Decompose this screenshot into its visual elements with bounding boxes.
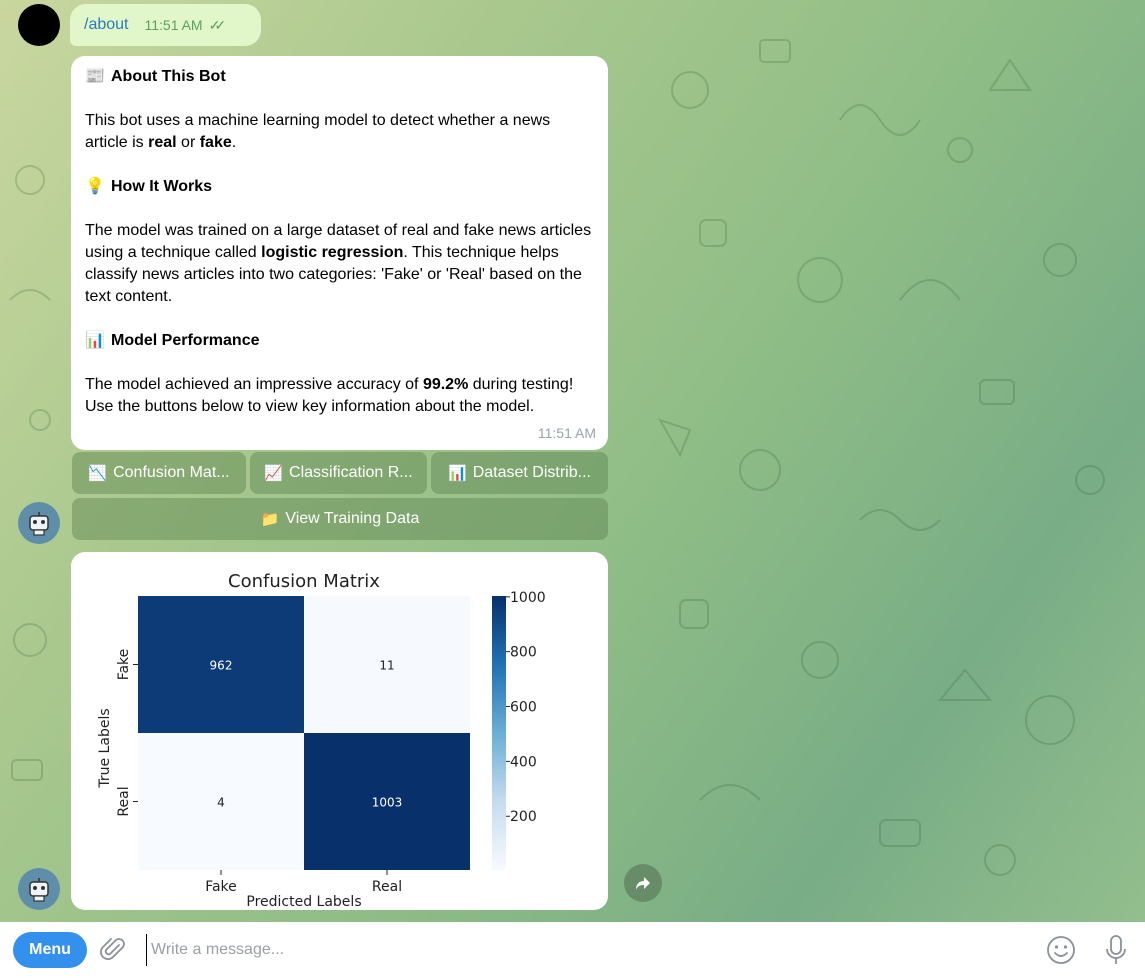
colorbar-tick-label: 800: [510, 645, 537, 661]
cell-value-label: 1003: [372, 796, 403, 810]
chart-down-icon: 📉: [88, 465, 108, 482]
perf-paragraph: The model achieved an impressive accurac…: [85, 376, 574, 415]
how-paragraph: The model was trained on a large dataset…: [85, 222, 592, 305]
how-title: How It Works: [111, 178, 213, 195]
dataset-distribution-button[interactable]: 📊 Dataset Distrib...: [431, 452, 608, 494]
robot-icon: [29, 512, 49, 536]
classification-report-button[interactable]: 📈 Classification R...: [250, 452, 427, 494]
message-time: 11:51 AM: [144, 17, 203, 33]
y-axis-label: True Labels: [97, 708, 113, 788]
message-time: 11:51 AM: [537, 425, 596, 441]
lightbulb-icon: 💡: [85, 178, 105, 195]
about-title: About This Bot: [111, 68, 226, 85]
user-avatar[interactable]: [18, 4, 60, 46]
y-tick-label: Real: [116, 786, 132, 816]
colorbar: [492, 596, 506, 870]
x-tick-label: Fake: [205, 879, 237, 895]
confusion-matrix-button[interactable]: 📉 Confusion Mat...: [72, 452, 246, 494]
confusion-matrix-image[interactable]: Confusion Matrix 962 11 4 1003 1000 800 600 40…: [71, 552, 608, 910]
perf-title: Model Performance: [111, 332, 260, 349]
perf-heading: 📊 Model Performance: [85, 330, 594, 352]
microphone-icon[interactable]: [1104, 934, 1128, 971]
intro-paragraph: This bot uses a machine learning model t…: [85, 112, 551, 151]
button-label: Dataset Distrib...: [472, 464, 591, 481]
chart-title: Confusion Matrix: [228, 571, 380, 592]
bot-avatar[interactable]: [18, 868, 60, 910]
forward-button[interactable]: [624, 864, 662, 902]
message-composer: Menu: [0, 922, 1145, 978]
x-tick-label: Real: [372, 879, 402, 895]
menu-button[interactable]: Menu: [13, 932, 87, 968]
colorbar-tick-label: 400: [510, 754, 537, 770]
bot-avatar[interactable]: [18, 502, 60, 544]
button-label: Classification R...: [289, 464, 413, 481]
colorbar-tick-label: 200: [510, 809, 537, 825]
command-text[interactable]: /about: [84, 16, 128, 34]
folder-icon: 📁: [260, 511, 280, 528]
cell-value-label: 11: [379, 659, 394, 673]
about-message: 📰 About This Bot This bot uses a machine…: [71, 56, 608, 450]
message-input[interactable]: [146, 934, 1006, 966]
view-training-data-button[interactable]: 📁 View Training Data: [72, 498, 608, 540]
forward-arrow-icon: [636, 877, 650, 890]
bar-chart-icon: 📊: [448, 465, 467, 482]
chart-up-icon: 📈: [264, 465, 284, 482]
paperclip-icon[interactable]: [100, 936, 128, 969]
colorbar-tick-label: 600: [510, 700, 537, 716]
x-axis-label: Predicted Labels: [246, 894, 361, 910]
emoji-icon[interactable]: [1046, 935, 1076, 970]
confusion-matrix-chart: Confusion Matrix 962 11 4 1003 1000 800 600 40…: [97, 571, 546, 910]
outgoing-message[interactable]: /about 11:51 AM ✓✓: [70, 4, 261, 46]
bar-chart-icon: 📊: [85, 332, 105, 349]
y-tick-label: Fake: [116, 649, 132, 681]
cell-value-label: 962: [210, 659, 233, 673]
how-heading: 💡 How It Works: [85, 176, 594, 198]
double-check-icon: ✓✓: [208, 16, 227, 33]
robot-icon: [29, 878, 49, 902]
about-heading: 📰 About This Bot: [85, 66, 594, 88]
colorbar-tick-label: 1000: [510, 590, 546, 606]
cell-value-label: 4: [217, 796, 225, 810]
button-label: Confusion Mat...: [113, 464, 230, 481]
newspaper-icon: 📰: [85, 68, 105, 85]
button-label: View Training Data: [285, 510, 420, 527]
